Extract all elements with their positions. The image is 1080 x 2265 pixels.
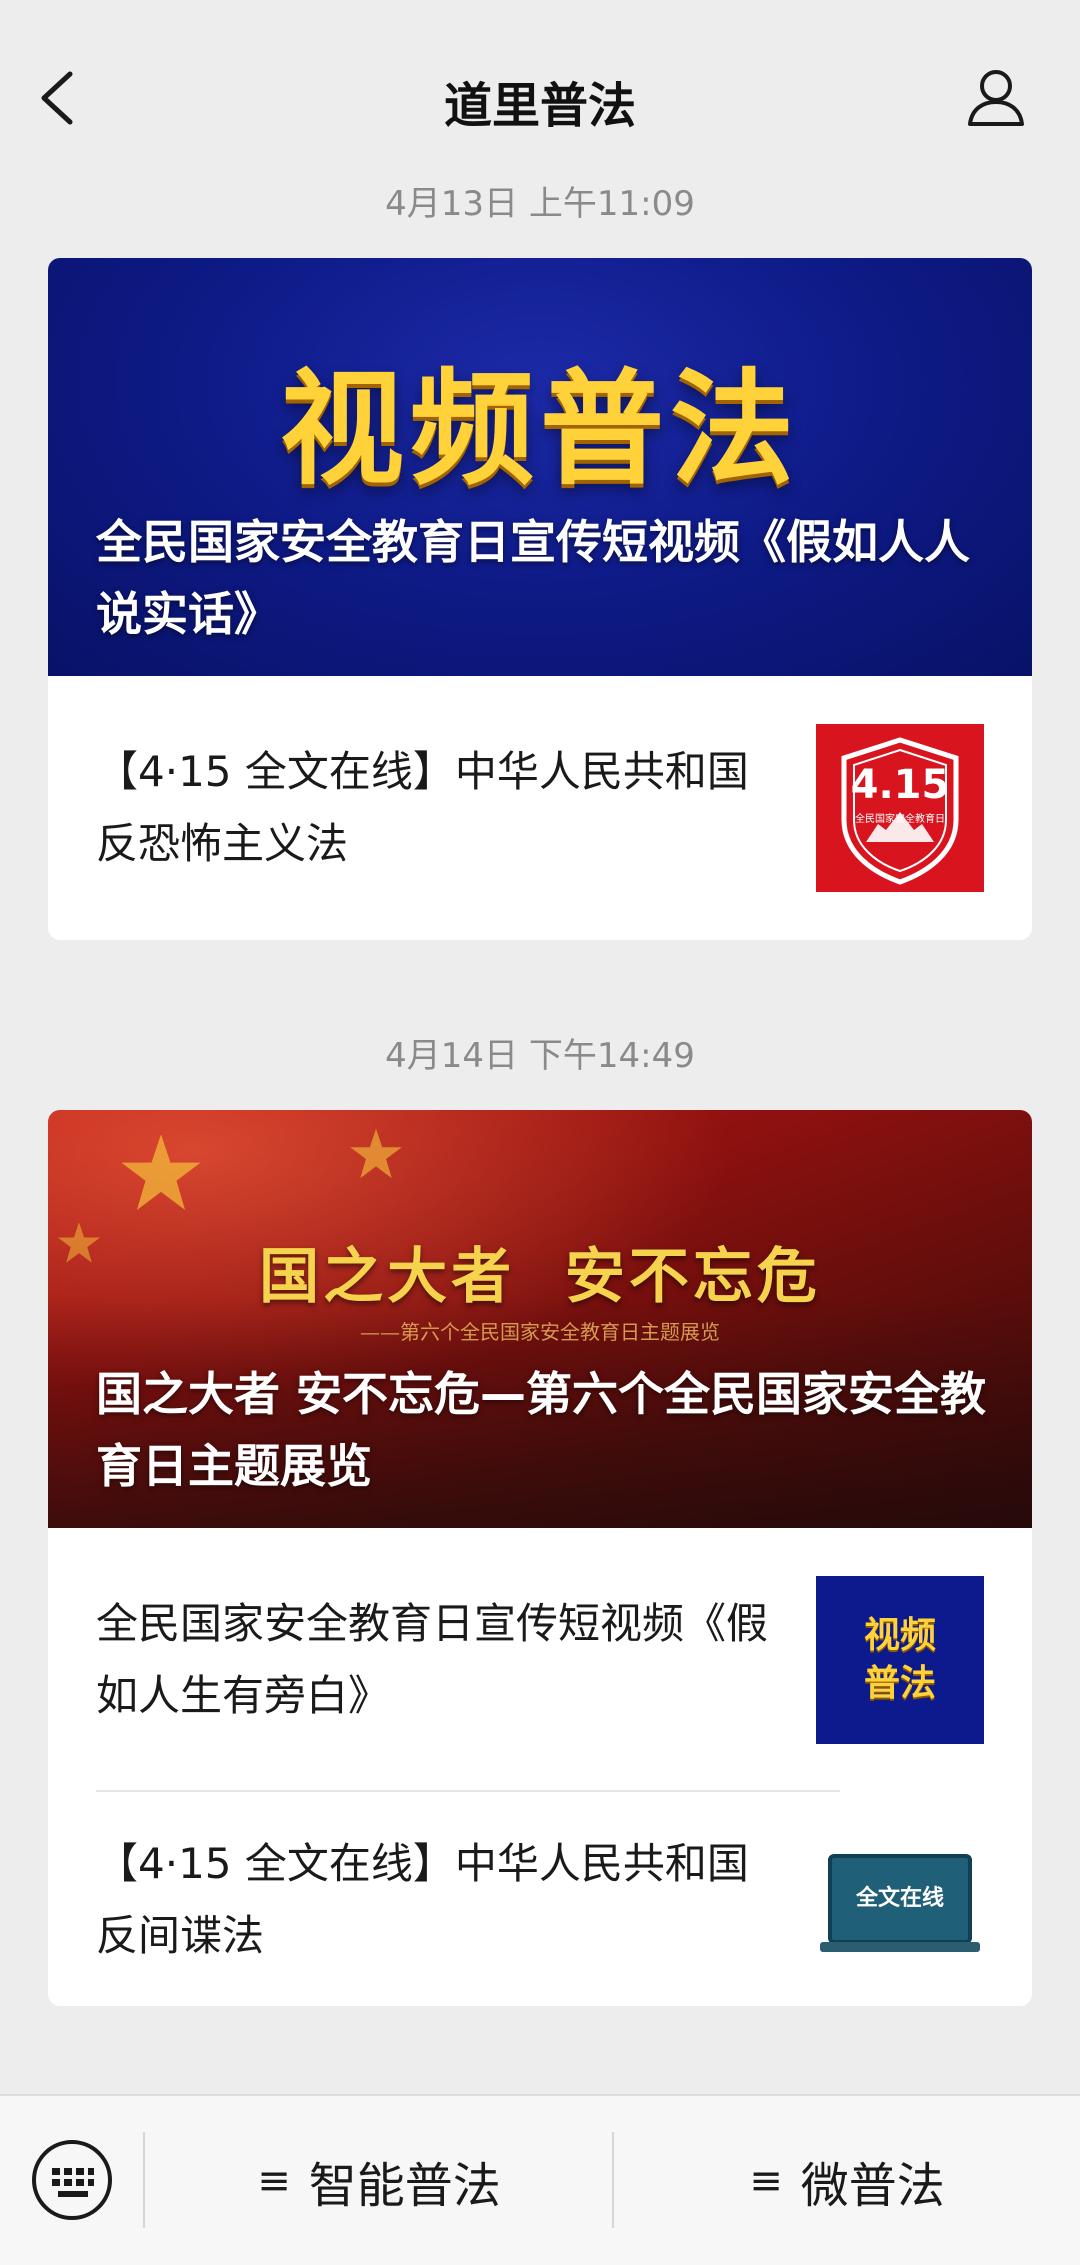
cover-banner-title: 视频普法 <box>279 358 800 502</box>
list-item[interactable]: 【4·15 全文在线】中华人民共和国反间谍法 全文在线 <box>48 1792 1032 2006</box>
list-item-thumbnail: 视频普法 <box>816 1576 984 1744</box>
menu-icon: ≡ <box>749 2158 783 2204</box>
menu-label: 智能普法 <box>308 2158 501 2214</box>
message-timestamp: 4月14日 下午14:49 <box>385 1036 695 1076</box>
list-item-title: 全民国家安全教育日宣传短视频《假如人生有旁白》 <box>96 1599 769 1720</box>
article-cover[interactable]: 视频普法 全民国家安全教育日宣传短视频《假如人人说实话》 <box>48 258 1032 676</box>
keyboard-button[interactable] <box>30 2138 114 2222</box>
page-title: 道里普法 <box>443 78 636 134</box>
cover-headline: 国之大者 安不忘危—第六个全民国家安全教育日主题展览 <box>96 1367 987 1493</box>
menu-label: 微普法 <box>800 2158 945 2214</box>
person-icon <box>968 70 1024 126</box>
article-card: 视频普法 全民国家安全教育日宣传短视频《假如人人说实话》 【4·15 全文在线】… <box>48 258 1032 940</box>
shield-icon <box>841 737 959 885</box>
message-timestamp: 4月13日 上午11:09 <box>385 184 695 224</box>
cover-banner-subtitle: ——第六个全民国家安全教育日主题展览 <box>360 1320 720 1344</box>
list-item-title: 【4·15 全文在线】中华人民共和国反间谍法 <box>96 1839 749 1960</box>
cover-banner-title: 国之大者 安不忘危 <box>259 1242 821 1312</box>
thumbnail-label: 全文在线 <box>855 1886 944 1911</box>
list-item[interactable]: 全民国家安全教育日宣传短视频《假如人生有旁白》 视频普法 <box>48 1528 1032 1792</box>
list-item-thumbnail: 4.15 全民国家安全教育日 <box>816 724 984 892</box>
list-item[interactable]: 【4·15 全文在线】中华人民共和国反恐怖主义法 4.15 全民国家安全教育日 <box>48 676 1032 940</box>
list-item-title: 【4·15 全文在线】中华人民共和国反恐怖主义法 <box>96 747 749 868</box>
thumbnail-label: 4.15 <box>850 762 950 808</box>
bottom-menu-bar: ≡ 智能普法 ≡ 微普法 <box>0 2094 1080 2265</box>
divider <box>143 2132 145 2228</box>
cover-headline: 全民国家安全教育日宣传短视频《假如人人说实话》 <box>96 515 970 641</box>
keyboard-icon <box>32 2140 112 2220</box>
menu-button-micro-law[interactable]: ≡ 微普法 <box>614 2136 1080 2226</box>
menu-button-smart-law[interactable]: ≡ 智能普法 <box>146 2136 612 2226</box>
nav-header: 道里普法 <box>0 0 1080 165</box>
article-cover[interactable]: 国之大者 安不忘危 ——第六个全民国家安全教育日主题展览 国之大者 安不忘危—第… <box>48 1110 1032 1528</box>
thumbnail-label: 视频普法 <box>863 1615 936 1704</box>
profile-button[interactable] <box>964 64 1028 128</box>
article-card: 国之大者 安不忘危 ——第六个全民国家安全教育日主题展览 国之大者 安不忘危—第… <box>48 1110 1032 2006</box>
list-item-thumbnail: 全文在线 <box>816 1822 984 1990</box>
menu-icon: ≡ <box>257 2158 291 2204</box>
thumbnail-sublabel: 全民国家安全教育日 <box>855 814 945 825</box>
